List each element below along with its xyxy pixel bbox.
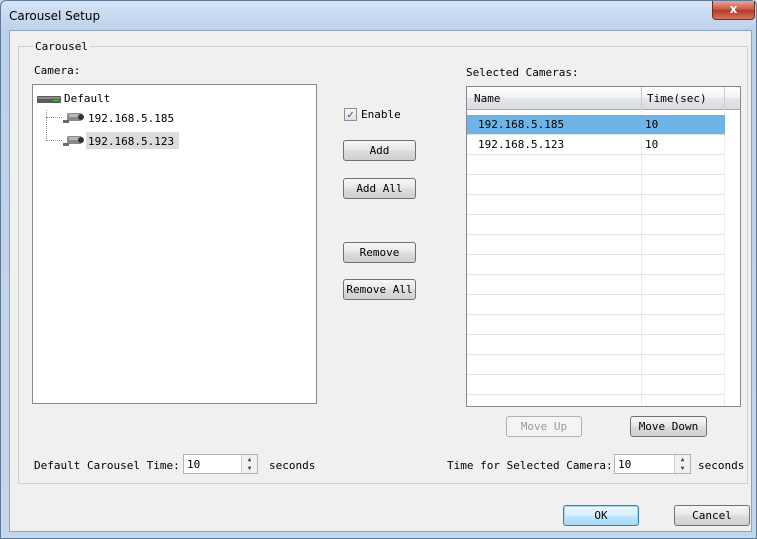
empty-row xyxy=(467,155,725,175)
cell-name: 192.168.5.123 xyxy=(478,138,565,151)
tree-connector xyxy=(46,140,62,141)
ok-button[interactable]: OK xyxy=(563,505,639,526)
empty-row xyxy=(467,335,725,355)
tree-item-camera[interactable]: 192.168.5.123 xyxy=(88,135,174,148)
empty-row xyxy=(467,195,725,215)
default-time-unit: seconds xyxy=(269,459,316,472)
table-row[interactable]: 192.168.5.123 10 xyxy=(467,135,725,155)
tree-connector xyxy=(46,117,62,118)
selected-time-unit: seconds xyxy=(698,459,745,472)
empty-row xyxy=(467,255,725,275)
default-carousel-time-label: Default Carousel Time: xyxy=(34,459,180,472)
spin-up-icon[interactable]: ▲ xyxy=(674,455,690,464)
tree-connector xyxy=(46,110,47,141)
default-time-value[interactable]: 10 xyxy=(187,458,200,471)
camera-icon xyxy=(63,136,84,146)
column-divider[interactable] xyxy=(724,87,725,109)
remove-button[interactable]: Remove xyxy=(343,242,416,263)
column-divider[interactable] xyxy=(641,87,642,109)
move-down-button[interactable]: Move Down xyxy=(630,416,707,437)
empty-row xyxy=(467,355,725,375)
checkmark-icon: ✓ xyxy=(347,108,354,121)
selected-camera-time-label: Time for Selected Camera: xyxy=(447,459,613,472)
spin-down-icon[interactable]: ▼ xyxy=(241,464,257,473)
selected-time-spinbox[interactable]: 10 ▲ ▼ xyxy=(614,454,691,474)
cell-time: 10 xyxy=(645,118,659,131)
nvr-device-icon xyxy=(37,96,61,103)
remove-all-button[interactable]: Remove All xyxy=(343,279,416,300)
empty-row xyxy=(467,235,725,255)
cancel-button[interactable]: Cancel xyxy=(674,505,750,526)
camera-label: Camera: xyxy=(34,64,81,77)
title-bar[interactable]: Carousel Setup xyxy=(1,1,756,31)
empty-row xyxy=(467,175,725,195)
enable-checkbox[interactable]: ✓ xyxy=(344,108,357,121)
empty-row xyxy=(467,375,725,395)
empty-row xyxy=(467,215,725,235)
add-all-button[interactable]: Add All xyxy=(343,178,416,199)
move-up-button[interactable]: Move Up xyxy=(506,416,582,437)
column-header-time[interactable]: Time(sec) xyxy=(647,92,707,105)
camera-tree[interactable]: Default 192.168.5.185 192.168.5.123 xyxy=(32,84,317,404)
add-button[interactable]: Add xyxy=(343,140,416,161)
table-row[interactable]: 192.168.5.185 10 xyxy=(467,115,725,135)
default-time-spinbox[interactable]: 10 ▲ ▼ xyxy=(183,454,258,474)
column-header-name[interactable]: Name xyxy=(474,92,501,105)
cell-name: 192.168.5.185 xyxy=(478,118,565,131)
tree-item-camera[interactable]: 192.168.5.185 xyxy=(88,112,174,125)
close-button[interactable]: x xyxy=(712,1,755,20)
empty-row xyxy=(467,275,725,295)
empty-row xyxy=(467,295,725,315)
window-title: Carousel Setup xyxy=(9,9,101,23)
cell-time: 10 xyxy=(645,138,659,151)
selected-cameras-label: Selected Cameras: xyxy=(466,66,579,79)
enable-label[interactable]: Enable xyxy=(361,108,401,121)
grid-header: Name Time(sec) xyxy=(467,87,740,110)
selected-time-value[interactable]: 10 xyxy=(618,458,631,471)
empty-row xyxy=(467,315,725,335)
close-icon: x xyxy=(729,2,738,16)
spin-up-icon[interactable]: ▲ xyxy=(241,455,257,464)
camera-icon xyxy=(63,113,84,123)
tree-root-default[interactable]: Default xyxy=(64,92,110,105)
carousel-group-label: Carousel xyxy=(33,40,90,53)
spin-down-icon[interactable]: ▼ xyxy=(674,464,690,473)
selected-cameras-grid[interactable]: Name Time(sec) 192.168.5.185 10 192.168.… xyxy=(466,86,741,407)
